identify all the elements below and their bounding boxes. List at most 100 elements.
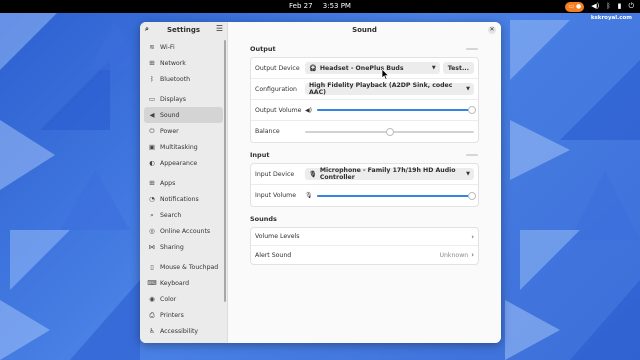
sidebar-item-label: Printers (160, 311, 184, 319)
search-icon[interactable]: ⌕ (145, 25, 149, 34)
test-button[interactable]: Test... (442, 62, 474, 74)
output-volume-label: Output Volume (255, 106, 302, 114)
input-device-row: Input Device 🎙︎ Microphone - Family 17h/… (251, 164, 478, 185)
input-device-dropdown[interactable]: 🎙︎ Microphone - Family 17h/19h HD Audio … (305, 167, 474, 181)
sidebar-item-label: Color (160, 295, 177, 303)
input-volume-knob[interactable] (468, 191, 477, 200)
microphone-icon: 🎙︎ (305, 192, 313, 199)
output-volume-slider[interactable]: ◀) (305, 105, 477, 115)
sidebar-item-label: Accessibility (160, 327, 199, 335)
sidebar-item-label: Keyboard (160, 279, 190, 287)
output-device-label: Output Device (255, 64, 300, 72)
output-volume-knob[interactable] (468, 106, 477, 114)
bell-icon: ◔ (149, 195, 155, 203)
sidebar-list: ≋ Wi-Fi ⊞ Network ᛒ Bluetooth ▭ Displays ◀ Sound ⏻… (140, 38, 227, 340)
configuration-dropdown[interactable]: High Fidelity Playback (A2DP Sink, codec… (305, 82, 474, 96)
top-bar: Feb 27 3:53 PM ▭ ● ◀) ᛒ ▮ ⏻ (0, 0, 640, 13)
configuration-row: Configuration High Fidelity Playback (A2… (251, 79, 478, 100)
wifi-icon: ≋ (149, 43, 155, 51)
output-device-dropdown[interactable]: 🎧︎ Headset - OnePlus Buds ▼ (305, 62, 440, 74)
power-icon: ⏻ (149, 126, 155, 135)
chevron-right-icon: › (471, 251, 474, 259)
speaker-icon: ◀) (305, 106, 312, 114)
sidebar-title: Settings (166, 26, 201, 34)
configuration-label: Configuration (255, 85, 297, 93)
sharing-icon: ⋈ (148, 243, 156, 251)
search-icon: ⌕ (150, 210, 154, 219)
chevron-down-icon: ▼ (466, 171, 470, 177)
output-section-title: Output (250, 45, 479, 53)
input-section-title: Input (250, 151, 479, 159)
sidebar-item-mouse-touchpad[interactable]: ▯ Mouse & Touchpad (144, 259, 223, 275)
sidebar-item-multitasking[interactable]: ▣ Multitasking (144, 139, 223, 155)
clock[interactable]: Feb 27 3:53 PM (0, 2, 640, 10)
system-tray[interactable]: ▭ ● ◀) ᛒ ▮ ⏻ (565, 1, 634, 12)
screencast-icon: ▭ (568, 3, 575, 10)
chevron-right-icon: › (471, 232, 474, 241)
sidebar-item-label: Displays (160, 95, 187, 103)
sidebar-item-label: Mouse & Touchpad (160, 263, 219, 271)
sidebar-item-power[interactable]: ⏻ Power (144, 123, 223, 139)
main-panel: Sound ✕ Output Output Device 🎧︎ Headset … (228, 22, 501, 343)
input-section-handle (466, 154, 478, 156)
watermark: kskroyal.com (590, 15, 632, 21)
volume-levels-label: Volume Levels (255, 233, 300, 240)
output-section-handle (466, 48, 478, 50)
sidebar-item-displays[interactable]: ▭ Displays (144, 91, 223, 107)
close-button[interactable]: ✕ (488, 26, 496, 34)
sidebar-item-wi-fi[interactable]: ≋ Wi-Fi (144, 39, 223, 55)
sidebar-item-appearance[interactable]: ◐ Appearance (144, 155, 223, 171)
balance-label: Balance (255, 128, 280, 135)
menu-icon[interactable]: ☰ (216, 24, 223, 33)
alert-sound-label: Alert Sound (255, 251, 292, 259)
sidebar-item-keyboard[interactable]: ⌨ Keyboard (144, 275, 223, 291)
sidebar-item-label: Network (160, 59, 186, 67)
speaker-icon: ◀ (149, 111, 155, 119)
sidebar-item-sharing[interactable]: ⋈ Sharing (144, 239, 223, 255)
sounds-section-title: Sounds (250, 215, 277, 223)
alert-sound-row[interactable]: Alert Sound Unknown › (251, 246, 478, 264)
sidebar-header: ⌕ Settings ☰ (140, 22, 227, 38)
sidebar-item-notifications[interactable]: ◔ Notifications (144, 191, 223, 207)
battery-icon[interactable]: ▮ (618, 1, 622, 12)
sidebar-item-search[interactable]: ⌕ Search (144, 207, 223, 223)
volume-levels-row[interactable]: Volume Levels › (251, 228, 478, 246)
configuration-value: High Fidelity Playback (A2DP Sink, codec… (309, 82, 453, 96)
sidebar-item-sound[interactable]: ◀ Sound (144, 107, 223, 123)
clock-time: 3:53 PM (322, 2, 351, 10)
accounts-icon: ◎ (149, 227, 155, 235)
sidebar-item-label: Sharing (160, 243, 184, 251)
sidebar-item-accessibility[interactable]: ♿ Accessibility (144, 323, 223, 339)
sidebar-item-bluetooth[interactable]: ᛒ Bluetooth (144, 71, 223, 87)
input-volume-row: Input Volume 🎙︎ (251, 185, 478, 206)
sidebar-item-label: Bluetooth (160, 75, 191, 83)
sidebar-item-apps[interactable]: ⊞ Apps (144, 175, 223, 191)
input-card: Input Device 🎙︎ Microphone - Family 17h/… (250, 163, 479, 207)
network-icon: ⊞ (149, 59, 155, 67)
input-volume-slider[interactable]: 🎙︎ (305, 191, 477, 201)
sidebar-item-online-accounts[interactable]: ◎ Online Accounts (144, 223, 223, 239)
sidebar-item-color[interactable]: ◉ Color (144, 291, 223, 307)
screencast-indicator[interactable]: ▭ ● (565, 1, 585, 12)
balance-slider[interactable] (305, 127, 474, 137)
sidebar-item-network[interactable]: ⊞ Network (144, 55, 223, 71)
mouse-pointer-icon (382, 69, 390, 80)
bluetooth-icon[interactable]: ᛒ (606, 1, 610, 12)
page-title: Sound (352, 26, 377, 34)
balance-knob[interactable] (385, 127, 394, 136)
display-icon: ▭ (148, 95, 156, 103)
recording-icon: ● (576, 3, 582, 10)
power-icon[interactable]: ⏻ (628, 1, 634, 12)
sounds-card: Volume Levels › Alert Sound Unknown › (250, 227, 479, 265)
sidebar-item-label: Multitasking (160, 143, 198, 151)
sidebar-item-printers[interactable]: ⎙ Printers (144, 307, 223, 323)
settings-window: ⌕ Settings ☰ ≋ Wi-Fi ⊞ Network ᛒ Bluetooth ▭ Di… (140, 22, 501, 343)
sidebar-scrollbar[interactable] (224, 40, 226, 302)
appearance-icon: ◐ (149, 159, 155, 167)
balance-row: Balance (251, 121, 478, 142)
main-header: Sound ✕ (228, 22, 501, 38)
sidebar-item-label: Sound (160, 111, 180, 119)
color-icon: ◉ (149, 295, 155, 303)
volume-icon[interactable]: ◀) (591, 1, 599, 12)
printer-icon: ⎙ (149, 310, 155, 319)
